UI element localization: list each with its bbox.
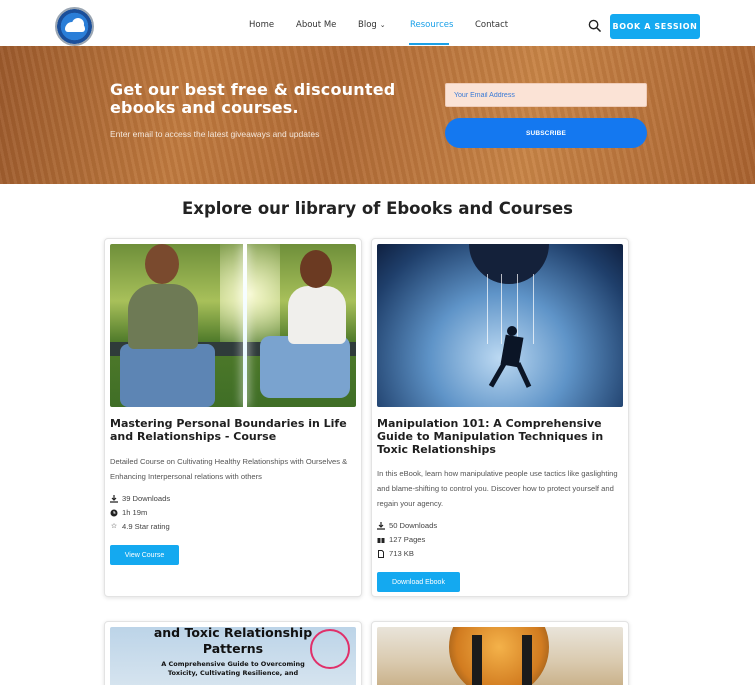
clock-icon [110, 509, 118, 517]
view-course-button[interactable]: View Course [110, 545, 179, 565]
course-description: Detailed Course on Cultivating Healthy R… [110, 457, 348, 481]
cover-text: A Comprehensive Guide to Overcoming [161, 660, 305, 668]
nav-contact[interactable]: Contact [475, 20, 508, 30]
cover-text: Toxicity, Cultivating Resilience, and [167, 669, 299, 677]
email-input[interactable] [445, 83, 647, 107]
ebook-cover-image[interactable]: and Toxic Relationship Patterns A Compre… [110, 627, 356, 685]
meta-pages: 127 Pages [377, 533, 437, 547]
duration: 1h 19m [122, 508, 148, 517]
download-icon [377, 522, 385, 530]
cover-text: and Toxic Relationship [153, 627, 313, 640]
nav-home[interactable]: Home [249, 20, 274, 30]
file-icon [377, 550, 385, 558]
meta-downloads: 39 Downloads [110, 492, 170, 506]
downloads-count: 50 Downloads [389, 521, 438, 530]
newsletter-banner: Get our best free & discounted ebooks an… [0, 46, 755, 184]
site-header: Home About Me Blog ⌄ Resources Contact BO… [0, 0, 755, 46]
ebook-title[interactable]: Manipulation 101: A Comprehensive Guide … [377, 417, 622, 456]
search-icon[interactable] [588, 19, 601, 32]
banner-subtitle: Enter email to access the latest giveawa… [110, 129, 320, 139]
banner-title: Get our best free & discounted ebooks an… [110, 80, 396, 117]
ebook-image[interactable] [377, 244, 623, 407]
page-count: 127 Pages [389, 535, 426, 544]
file-size: 713 KB [389, 549, 414, 558]
cover-text: Patterns [202, 641, 264, 656]
ebook-card [371, 621, 629, 685]
downloads-count: 39 Downloads [122, 494, 171, 503]
rating: 4.9 Star rating [122, 522, 170, 531]
meta-downloads: 50 Downloads [377, 519, 437, 533]
library-heading: Explore our library of Ebooks and Course… [182, 199, 573, 218]
ebook-meta: 50 Downloads 127 Pages 713 KB [377, 519, 437, 561]
nav-resources[interactable]: Resources [410, 20, 453, 30]
meta-duration: 1h 19m [110, 506, 170, 520]
active-nav-indicator [409, 43, 449, 45]
ebook-card: and Toxic Relationship Patterns A Compre… [104, 621, 362, 685]
star-icon: ☆ [110, 523, 118, 530]
course-image[interactable] [110, 244, 356, 407]
meta-filesize: 713 KB [377, 547, 437, 561]
chevron-down-icon: ⌄ [379, 21, 386, 29]
course-card: Mastering Personal Boundaries in Life an… [104, 238, 362, 597]
meta-rating: ☆ 4.9 Star rating [110, 520, 170, 534]
ebook-description: In this eBook, learn how manipulative pe… [377, 469, 618, 508]
ebook-cover-image[interactable] [377, 627, 623, 685]
download-icon [110, 495, 118, 503]
course-title[interactable]: Mastering Personal Boundaries in Life an… [110, 417, 355, 443]
download-ebook-button[interactable]: Download Ebook [377, 572, 460, 592]
nav-about-me[interactable]: About Me [296, 20, 336, 30]
ebook-card: Manipulation 101: A Comprehensive Guide … [371, 238, 629, 597]
nav-blog-label: Blog [358, 20, 377, 30]
book-session-button[interactable]: BOOK A SESSION [610, 14, 700, 39]
course-meta: 39 Downloads 1h 19m ☆ 4.9 Star rating [110, 492, 170, 534]
book-icon [377, 536, 385, 544]
subscribe-button[interactable]: SUBSCRIBE [445, 118, 647, 148]
nav-blog[interactable]: Blog ⌄ [358, 20, 386, 30]
